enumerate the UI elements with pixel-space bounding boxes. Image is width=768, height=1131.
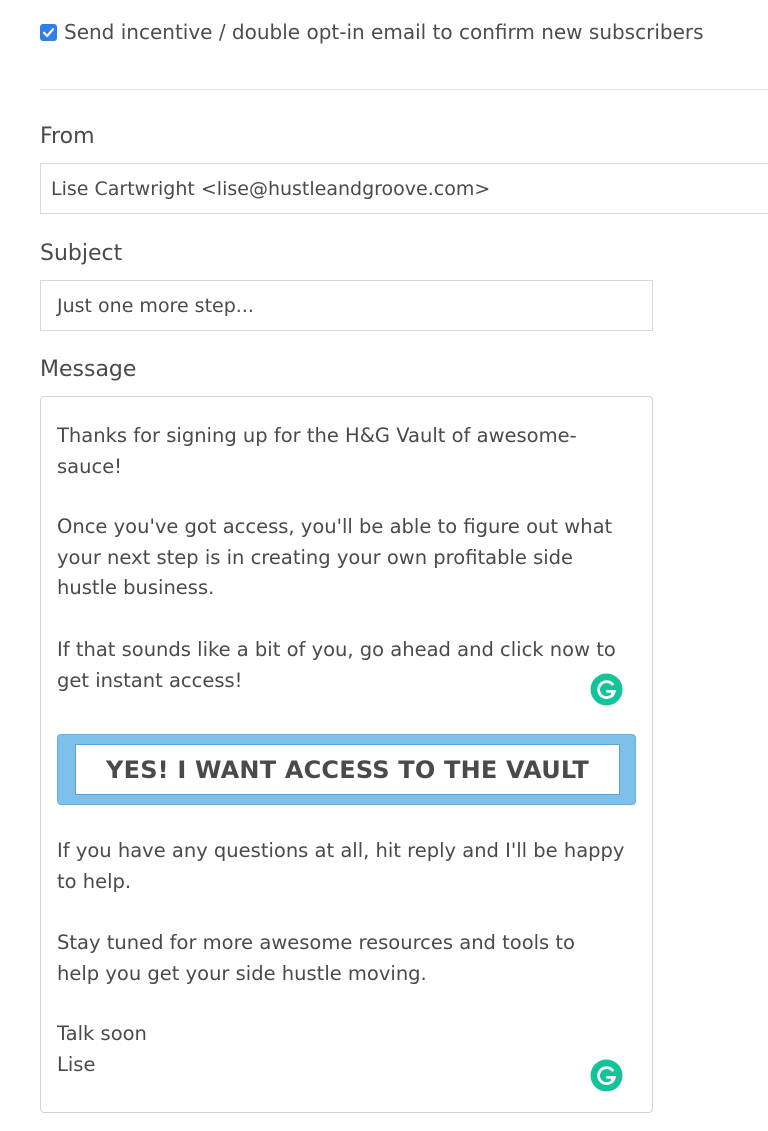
message-line: Talk soon	[57, 1022, 147, 1045]
cta-button-container: YES! I WANT ACCESS TO THE VAULT	[57, 734, 636, 805]
subject-field[interactable]: Just one more step...	[40, 280, 653, 331]
message-line: Lise	[57, 1052, 96, 1076]
from-field[interactable]: Lise Cartwright <lise@hustleandgroove.co…	[40, 163, 768, 214]
message-label: Message	[40, 357, 137, 382]
message-paragraph: Stay tuned for more awesome resources an…	[57, 928, 637, 989]
message-line: to help.	[57, 869, 132, 893]
grammarly-icon[interactable]	[590, 673, 623, 706]
section-divider	[40, 89, 768, 90]
double-optin-option[interactable]: Send incentive / double opt-in email to …	[40, 20, 704, 44]
message-line: Thanks for signing up for the H&G Vault …	[57, 424, 577, 447]
message-line: sauce!	[57, 454, 123, 478]
message-line: get instant access!	[57, 668, 243, 692]
subject-value: Just one more step...	[57, 294, 254, 317]
message-paragraph: Once you've got access, you'll be able t…	[57, 512, 637, 604]
subject-label: Subject	[40, 241, 123, 266]
double-optin-checkbox[interactable]	[40, 23, 57, 41]
message-signoff: Talk soon Lise	[57, 1019, 637, 1080]
double-optin-label: Send incentive / double opt-in email to …	[64, 20, 704, 44]
from-label: From	[40, 124, 95, 149]
checkmark-icon	[42, 27, 55, 37]
message-line: hustle business.	[57, 576, 215, 599]
from-value: Lise Cartwright <lise@hustleandgroove.co…	[51, 177, 491, 200]
message-line: Stay tuned for more awesome resources an…	[57, 931, 575, 954]
message-paragraph: If that sounds like a bit of you, go ahe…	[57, 635, 637, 696]
message-line: If that sounds like a bit of you, go ahe…	[57, 638, 616, 661]
grammarly-icon[interactable]	[590, 1059, 623, 1092]
message-paragraph: If you have any questions at all, hit re…	[57, 836, 637, 897]
message-line: your next step is in creating your own p…	[57, 545, 574, 569]
vault-access-button[interactable]: YES! I WANT ACCESS TO THE VAULT	[75, 744, 620, 795]
message-line: Once you've got access, you'll be able t…	[57, 515, 613, 538]
message-line: If you have any questions at all, hit re…	[57, 839, 625, 862]
message-line: help you get your side hustle moving.	[57, 961, 427, 985]
message-paragraph: Thanks for signing up for the H&G Vault …	[57, 421, 637, 482]
message-editor[interactable]: Thanks for signing up for the H&G Vault …	[40, 396, 653, 1113]
